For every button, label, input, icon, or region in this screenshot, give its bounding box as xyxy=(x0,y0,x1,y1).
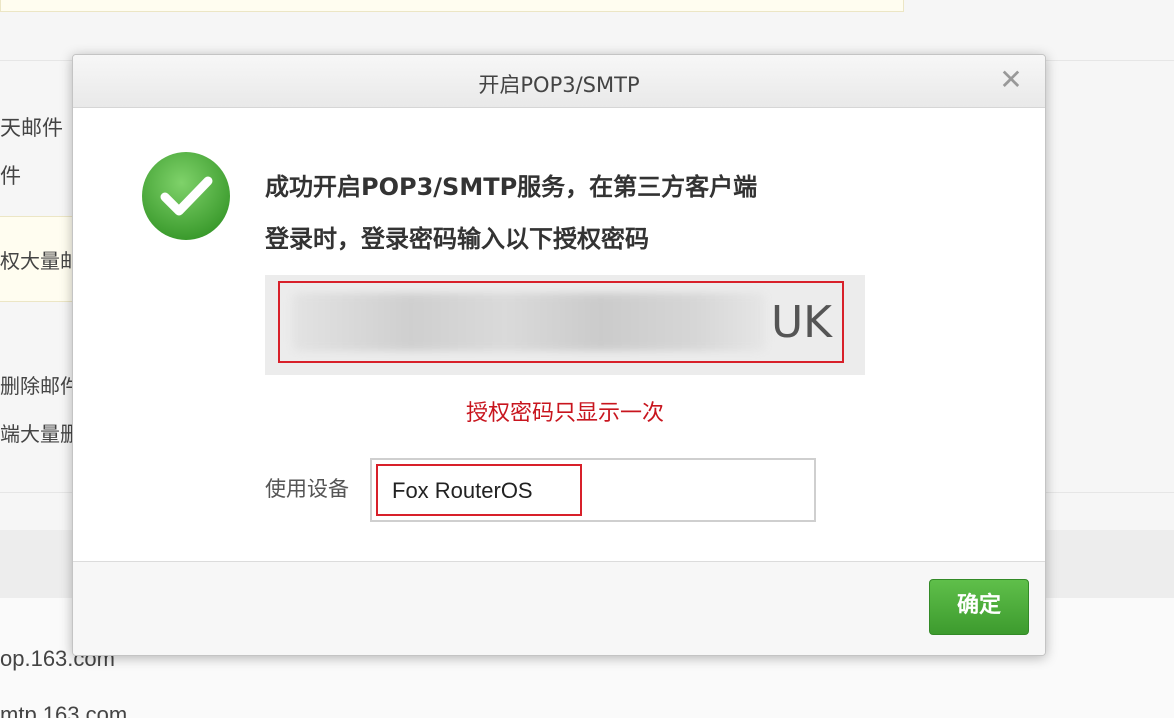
device-label: 使用设备 xyxy=(265,477,349,501)
success-message: 成功开启POP3/SMTP服务，在第三方客户端 登录时，登录密码输入以下授权密码 xyxy=(265,161,905,265)
success-check-icon xyxy=(142,152,230,240)
background-text: 天邮件 xyxy=(0,116,63,140)
message-line: 成功开启POP3/SMTP服务，在第三方客户端 xyxy=(265,173,758,201)
dialog-header: 开启POP3/SMTP ✕ xyxy=(73,55,1045,108)
pop3-smtp-dialog: 开启POP3/SMTP ✕ 成功开启POP3/SMTP服务，在第三方客户端 登录… xyxy=(72,54,1046,656)
message-line: 登录时，登录密码输入以下授权密码 xyxy=(265,225,649,253)
auth-code-warning: 授权密码只显示一次 xyxy=(465,401,664,426)
auth-code-box[interactable]: UK xyxy=(278,281,844,363)
background-notice: 权大量邮 xyxy=(0,216,80,302)
background-text: 权大量邮 xyxy=(0,249,80,273)
dialog-title: 开启POP3/SMTP xyxy=(478,73,640,97)
device-value: Fox RouterOS xyxy=(392,478,533,503)
close-icon[interactable]: ✕ xyxy=(997,65,1025,95)
page: 天邮件 件 权大量邮 删除邮件 端大量删 op.163.com mtp.163.… xyxy=(0,0,1174,718)
background-text: mtp.163.com xyxy=(0,702,128,718)
confirm-button[interactable]: 确定 xyxy=(929,579,1029,635)
background-text: 件 xyxy=(0,164,21,188)
auth-code-panel: UK xyxy=(265,275,865,375)
auth-code-redacted xyxy=(292,293,766,351)
background-notice xyxy=(0,0,904,12)
background-text: 端大量删 xyxy=(0,422,80,446)
background-text: 删除邮件 xyxy=(0,374,80,398)
device-value-highlight: Fox RouterOS xyxy=(376,464,582,516)
dialog-footer xyxy=(73,562,1045,655)
device-input[interactable]: Fox RouterOS xyxy=(370,458,816,522)
auth-code-suffix: UK xyxy=(770,297,832,348)
